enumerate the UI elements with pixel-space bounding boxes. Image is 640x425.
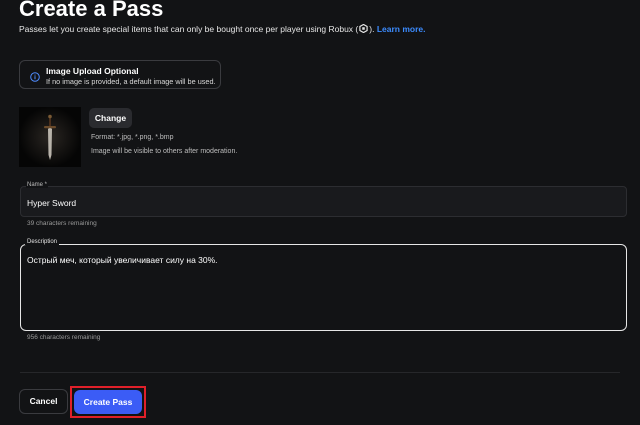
info-title: Image Upload Optional [46,66,139,76]
name-field-value[interactable]: Hyper Sword [27,198,76,208]
image-upload-info: Image Upload Optional If no image is pro… [19,60,221,89]
subtitle-text: Passes let you create special items that… [19,24,359,34]
image-moderation-text: Image will be visible to others after mo… [91,148,238,155]
create-pass-page: Create a Pass Passes let you create spec… [0,0,640,425]
description-characters-remaining: 956 characters remaining [27,334,101,341]
robux-icon [359,23,368,34]
description-field-label: Description [25,239,60,245]
page-title: Create a Pass [19,0,164,21]
pass-image-thumbnail [19,107,81,167]
info-description: If no image is provided, a default image… [46,77,216,86]
description-field-value[interactable]: Острый меч, который увеличивает силу на … [27,255,218,265]
name-characters-remaining: 39 characters remaining [27,220,97,227]
create-pass-button[interactable]: Create Pass [74,390,142,414]
learn-more-link[interactable]: Learn more. [377,24,426,34]
name-field[interactable] [20,186,627,217]
cancel-button[interactable]: Cancel [19,389,68,414]
image-format-text: Format: *.jpg, *.png, *.bmp [91,134,174,141]
footer-divider [20,372,620,373]
page-subtitle: Passes let you create special items that… [19,23,426,34]
info-icon [30,69,40,82]
sword-image [19,107,81,167]
subtitle-suffix: ). [369,24,375,34]
change-image-button[interactable]: Change [89,108,132,128]
name-field-label: Name * [26,182,49,188]
